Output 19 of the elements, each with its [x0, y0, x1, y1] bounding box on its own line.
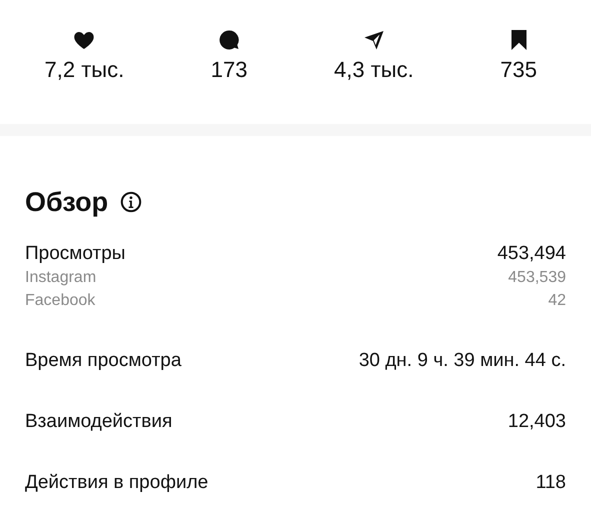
- source-label: Instagram: [25, 268, 96, 288]
- source-value: 453,539: [508, 268, 566, 288]
- metric-value: 12,403: [508, 410, 566, 434]
- stat-count: 4,3 тыс.: [334, 56, 414, 84]
- metric-label: Взаимодействия: [25, 410, 172, 434]
- stat-count: 7,2 тыс.: [44, 56, 124, 84]
- metric-label: Время просмотра: [25, 349, 182, 373]
- source-value: 42: [548, 291, 566, 311]
- source-label: Facebook: [25, 291, 96, 311]
- metric-label: Действия в профиле: [25, 471, 208, 495]
- speech-bubble-icon: [217, 28, 242, 52]
- metric-value: 453,494: [497, 242, 566, 266]
- stat-count: 735: [500, 56, 537, 84]
- metric-value: 118: [536, 471, 566, 495]
- stat-count: 173: [210, 56, 248, 84]
- metric-label: Просмотры: [25, 242, 126, 266]
- metric-value: 30 дн. 9 ч. 39 мин. 44 с.: [358, 349, 566, 373]
- info-icon[interactable]: [120, 191, 142, 213]
- section-title: Обзор: [25, 186, 108, 219]
